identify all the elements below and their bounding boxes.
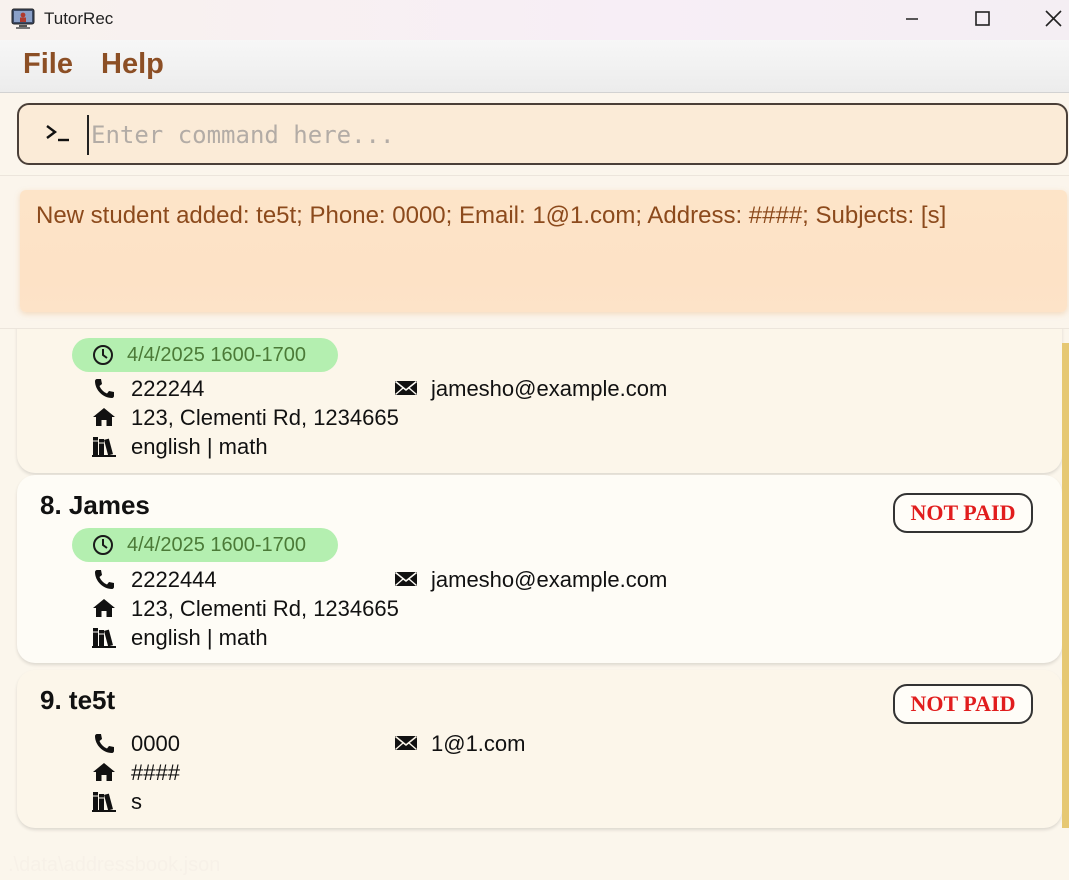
command-box: [17, 103, 1068, 165]
result-area: New student added: te5t; Phone: 0000; Em…: [0, 175, 1069, 328]
session-pill: 4/4/2025 1600-1700: [72, 528, 338, 562]
menu-help[interactable]: Help: [101, 48, 164, 81]
maximize-icon[interactable]: [968, 6, 998, 32]
minimize-icon[interactable]: [897, 6, 927, 32]
books-icon: [92, 792, 116, 812]
phone-icon: [95, 379, 114, 398]
email-text: jamesho@example.com: [431, 376, 668, 401]
email-icon: [394, 571, 418, 587]
books-icon: [92, 628, 116, 648]
payment-status-badge: NOT PAID: [893, 493, 1033, 533]
session-text: 4/4/2025 1600-1700: [127, 344, 307, 366]
phone-icon: [95, 570, 114, 589]
session-pill: 4/4/2025 1600-1700: [72, 338, 338, 372]
clock-icon: [93, 345, 113, 365]
command-input[interactable]: [87, 115, 1033, 155]
address-text: ####: [131, 760, 180, 785]
email-text: jamesho@example.com: [431, 567, 668, 592]
home-icon: [93, 763, 115, 781]
student-name: 9. te5t: [40, 685, 116, 715]
student-card[interactable]: 4/4/2025 1600-1700 222244 jamesho@exampl…: [17, 329, 1062, 473]
close-icon[interactable]: [1038, 6, 1068, 32]
result-display: New student added: te5t; Phone: 0000; Em…: [20, 190, 1067, 312]
payment-status-badge: NOT PAID: [893, 684, 1033, 724]
menu-file[interactable]: File: [23, 48, 73, 81]
phone-text: 222244: [131, 376, 205, 401]
app-icon: [11, 8, 35, 29]
command-area: [0, 93, 1069, 173]
status-bar: .\data\addressbook.json: [0, 838, 1069, 880]
title-bar: TutorRec: [0, 0, 1069, 40]
phone-text: 2222444: [131, 567, 217, 592]
home-icon: [93, 408, 115, 426]
books-icon: [92, 437, 116, 457]
window-title: TutorRec: [44, 9, 114, 28]
session-text: 4/4/2025 1600-1700: [127, 534, 307, 556]
list-scrollbar-thumb[interactable]: [1062, 343, 1069, 828]
terminal-prompt-icon: [46, 125, 69, 142]
subjects-text: english | math: [131, 625, 268, 650]
menu-bar: File Help: [0, 40, 1069, 93]
clock-icon: [93, 535, 113, 555]
subjects-text: s: [131, 789, 142, 814]
phone-icon: [95, 734, 114, 753]
student-card[interactable]: 9. te5t NOT PAID 0000 1@1.com #### s: [17, 670, 1062, 828]
email-icon: [394, 380, 418, 396]
student-card[interactable]: 8. James NOT PAID 4/4/2025 1600-1700 222…: [17, 475, 1062, 663]
address-text: 123, Clementi Rd, 1234665: [131, 405, 399, 430]
phone-text: 0000: [131, 731, 180, 756]
home-icon: [93, 599, 115, 617]
address-text: 123, Clementi Rd, 1234665: [131, 596, 399, 621]
email-icon: [394, 735, 418, 751]
student-name: 8. James: [40, 490, 150, 520]
student-list[interactable]: 4/4/2025 1600-1700 222244 jamesho@exampl…: [0, 328, 1069, 839]
status-file-path: .\data\addressbook.json: [8, 854, 221, 876]
email-text: 1@1.com: [431, 731, 526, 756]
subjects-text: english | math: [131, 434, 268, 459]
